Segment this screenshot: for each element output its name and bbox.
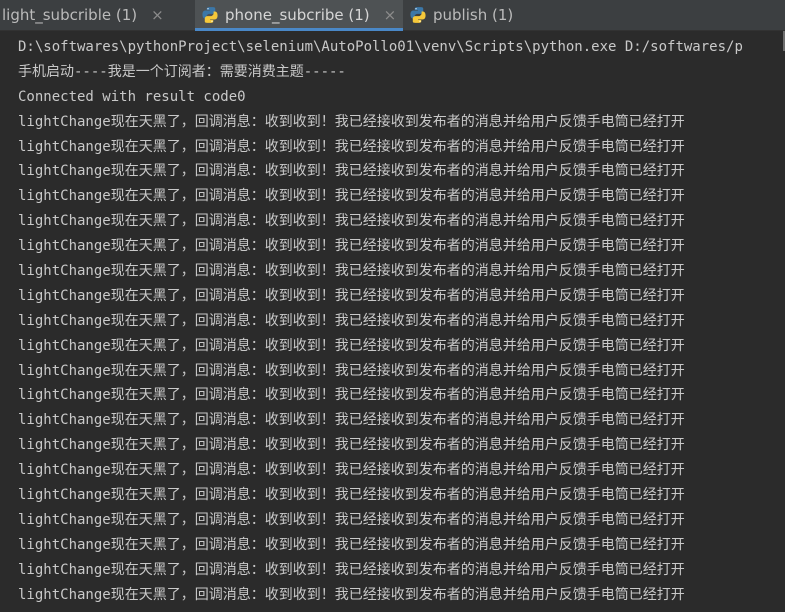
tab-light-subcrible[interactable]: light_subcrible (1) × [0,0,195,30]
console-line: lightChange现在天黑了，回调消息：收到收到！我已经接收到发布者的消息并… [18,113,685,130]
console-line: lightChange现在天黑了，回调消息：收到收到！我已经接收到发布者的消息并… [18,561,685,578]
console-line: Connected with result code0 [18,88,246,105]
console-line: lightChange现在天黑了，回调消息：收到收到！我已经接收到发布者的消息并… [18,586,685,603]
console-line: lightChange现在天黑了，回调消息：收到收到！我已经接收到发布者的消息并… [18,263,685,280]
console-line: lightChange现在天黑了，回调消息：收到收到！我已经接收到发布者的消息并… [18,462,685,479]
console-line: lightChange现在天黑了，回调消息：收到收到！我已经接收到发布者的消息并… [18,437,685,454]
console-line: lightChange现在天黑了，回调消息：收到收到！我已经接收到发布者的消息并… [18,238,685,255]
tab-label: light_subcrible (1) [2,6,138,24]
console-line: lightChange现在天黑了，回调消息：收到收到！我已经接收到发布者的消息并… [18,536,685,553]
tab-label: publish (1) [433,6,514,24]
console-line: lightChange现在天黑了，回调消息：收到收到！我已经接收到发布者的消息并… [18,362,685,379]
ide-window: light_subcrible (1) × phone_subcribe (1)… [0,0,785,612]
console-line: lightChange现在天黑了，回调消息：收到收到！我已经接收到发布者的消息并… [18,213,685,230]
console-line: lightChange现在天黑了，回调消息：收到收到！我已经接收到发布者的消息并… [18,412,685,429]
tab-publish[interactable]: publish (1) [403,0,543,30]
python-file-icon [202,7,218,23]
console-line: lightChange现在天黑了，回调消息：收到收到！我已经接收到发布者的消息并… [18,188,685,205]
console-line: lightChange现在天黑了，回调消息：收到收到！我已经接收到发布者的消息并… [18,337,685,354]
run-console-output[interactable]: D:\softwares\pythonProject\selenium\Auto… [0,31,785,612]
console-line: lightChange现在天黑了，回调消息：收到收到！我已经接收到发布者的消息并… [18,487,685,504]
close-icon[interactable]: × [151,7,164,23]
console-line: lightChange现在天黑了，回调消息：收到收到！我已经接收到发布者的消息并… [18,312,685,329]
python-file-icon [410,7,426,23]
console-line: lightChange现在天黑了，回调消息：收到收到！我已经接收到发布者的消息并… [18,387,685,404]
console-line: lightChange现在天黑了，回调消息：收到收到！我已经接收到发布者的消息并… [18,287,685,304]
console-line: lightChange现在天黑了，回调消息：收到收到！我已经接收到发布者的消息并… [18,138,685,155]
tab-phone-subcribe[interactable]: phone_subcribe (1) × [195,0,403,31]
editor-tab-bar: light_subcrible (1) × phone_subcribe (1)… [0,0,785,31]
console-command-line: D:\softwares\pythonProject\selenium\Auto… [18,39,743,55]
tab-label: phone_subcribe (1) [225,6,370,24]
close-icon[interactable]: × [384,7,397,23]
console-line: lightChange现在天黑了，回调消息：收到收到！我已经接收到发布者的消息并… [18,163,685,180]
console-line: lightChange现在天黑了，回调消息：收到收到！我已经接收到发布者的消息并… [18,511,685,528]
console-line: 手机启动----我是一个订阅者：需要消费主题----- [18,63,346,80]
